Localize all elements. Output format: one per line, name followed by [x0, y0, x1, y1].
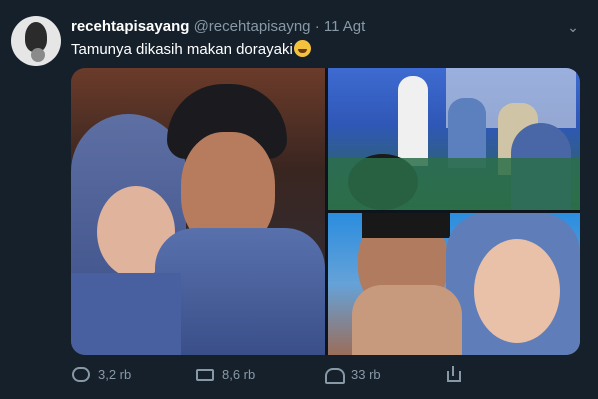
- avatar[interactable]: [11, 16, 61, 66]
- tweet-date[interactable]: 11 Agt: [324, 18, 365, 35]
- man-hair-2: [362, 213, 450, 238]
- like-icon: [324, 365, 345, 384]
- photo-guests[interactable]: [328, 68, 580, 210]
- like-button[interactable]: 33 rb: [324, 362, 381, 386]
- hand-ring: [352, 285, 462, 355]
- caret-down-icon[interactable]: ⌄: [564, 18, 582, 36]
- floor-mat: [328, 158, 580, 210]
- tweet-text-body: Tamunya dikasih makan dorayaki: [71, 41, 293, 58]
- grinning-sweat-emoji-icon: [293, 40, 311, 57]
- tweet-header: recehtapisayang @recehtapisayng · 11 Agt: [71, 18, 365, 35]
- retweet-count: 8,6 rb: [222, 366, 256, 382]
- tweet-card[interactable]: recehtapisayang @recehtapisayng · 11 Agt…: [0, 0, 598, 399]
- avatar-detail: [31, 48, 45, 62]
- tweet-actions: 3,2 rb 8,6 rb 33 rb: [71, 362, 501, 386]
- retweet-icon: [195, 365, 214, 383]
- reply-icon: [71, 365, 90, 383]
- reply-button[interactable]: 3,2 rb: [71, 362, 131, 386]
- tweet-text: Tamunya dikasih makan dorayaki: [71, 40, 311, 58]
- separator: ·: [314, 18, 320, 35]
- guest-left: [398, 76, 428, 166]
- tweet-media-grid[interactable]: [71, 68, 580, 355]
- display-name[interactable]: recehtapisayang: [71, 18, 189, 35]
- reply-count: 3,2 rb: [98, 366, 132, 382]
- share-icon: [444, 365, 462, 383]
- woman-shirt: [71, 273, 181, 355]
- woman-face-2: [474, 239, 560, 343]
- like-count: 33 rb: [351, 366, 381, 382]
- photo-couple[interactable]: [71, 68, 325, 355]
- photo-selfie[interactable]: [328, 213, 580, 355]
- share-button[interactable]: [444, 362, 471, 386]
- user-handle[interactable]: @recehtapisayng: [194, 18, 311, 35]
- retweet-button[interactable]: 8,6 rb: [195, 362, 255, 386]
